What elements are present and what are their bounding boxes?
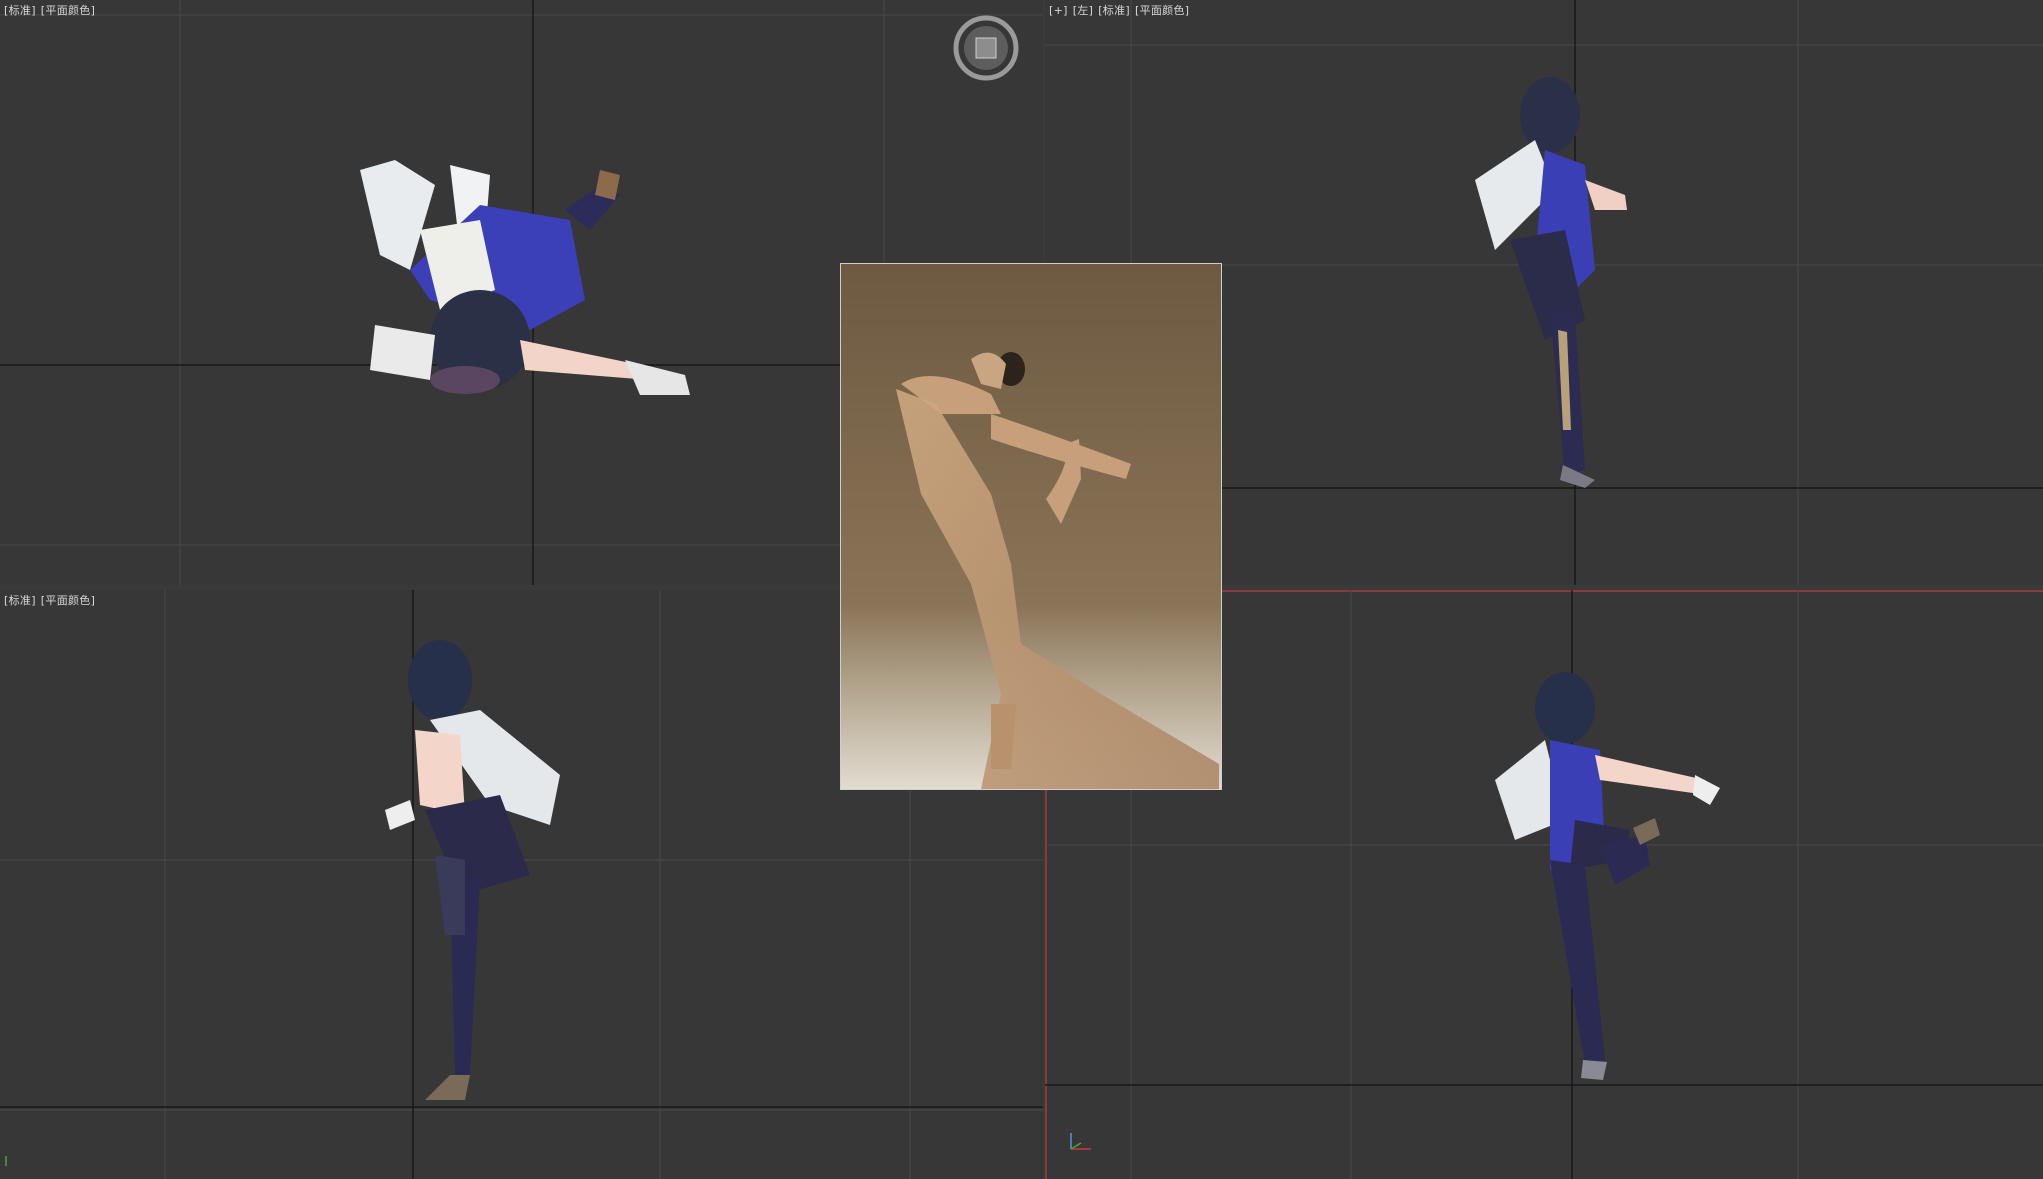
viewport-label-shading[interactable]: [平面颜色] xyxy=(41,4,95,17)
character-model-left[interactable] xyxy=(1435,70,1665,495)
character-model-perspective[interactable] xyxy=(1455,670,1735,1090)
viewport-label-shading[interactable]: [平面颜色] xyxy=(1135,4,1189,17)
viewport-label-standard[interactable]: [标准] xyxy=(4,4,36,17)
viewport-label-view[interactable]: [左] xyxy=(1073,4,1093,17)
character-model-top[interactable] xyxy=(340,150,710,420)
reference-image[interactable] xyxy=(840,263,1222,790)
viewport-label-plus[interactable]: [+] xyxy=(1049,4,1068,17)
viewport-label-standard[interactable]: [标准] xyxy=(4,594,36,607)
reference-photo xyxy=(841,264,1221,789)
viewport-label-top[interactable]: [标准] [平面颜色] xyxy=(4,2,100,18)
axis-tripod-icon xyxy=(5,1156,7,1166)
viewport-label-front[interactable]: [标准] [平面颜色] xyxy=(4,592,100,608)
viewport-label-left[interactable]: [+] [左] [标准] [平面颜色] xyxy=(1049,2,1194,18)
character-model-front[interactable] xyxy=(370,635,590,1105)
viewport-label-shading[interactable]: [平面颜色] xyxy=(41,594,95,607)
viewport-label-standard[interactable]: [标准] xyxy=(1098,4,1130,17)
viewcube-icon[interactable] xyxy=(950,12,1022,84)
axis-tripod-icon xyxy=(1070,1133,1091,1150)
